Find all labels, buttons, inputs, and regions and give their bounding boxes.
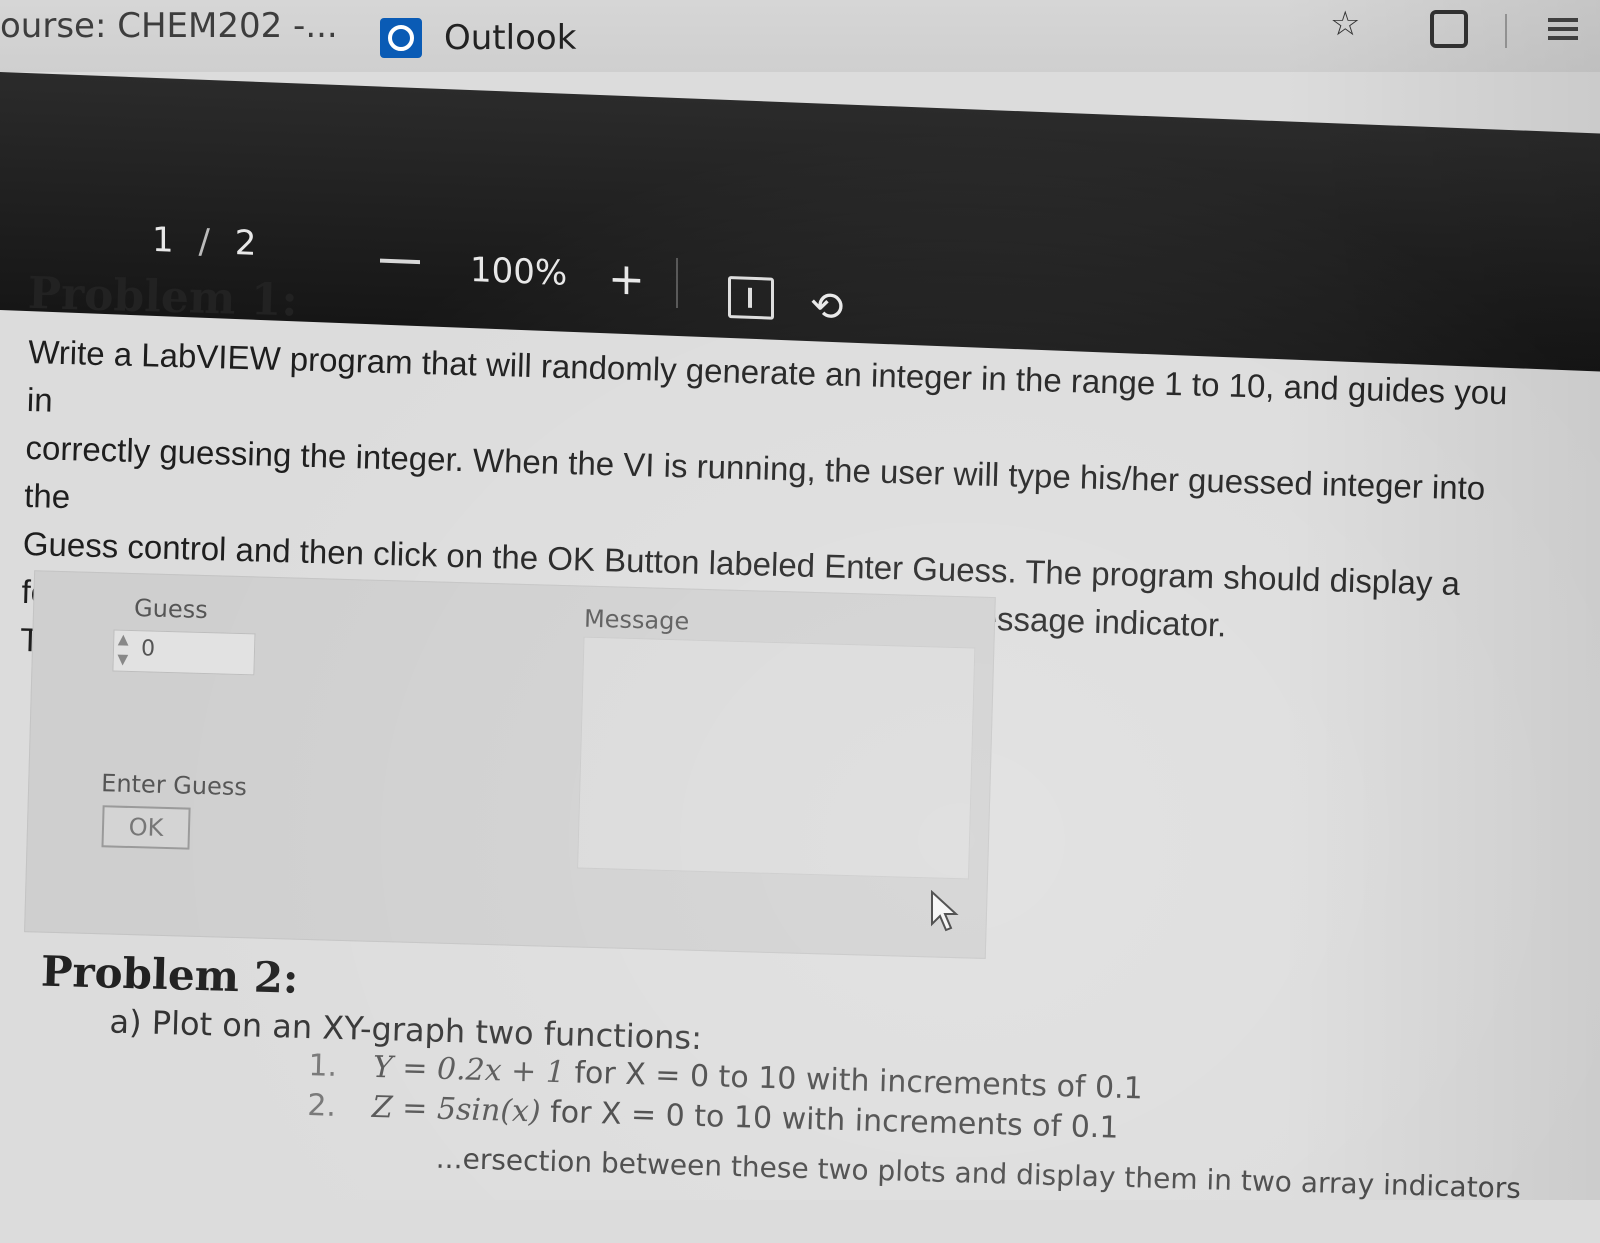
pdf-page: Problem 1: Write a LabVIEW program that …: [0, 0, 1600, 1243]
message-label: Message: [583, 604, 690, 636]
item-equation: Y = 0.2x + 1: [372, 1049, 566, 1091]
guess-value: 0: [140, 636, 156, 662]
reading-list-icon[interactable]: [1548, 18, 1578, 45]
labview-front-panel-image: Guess Message ▲ ▼ 0 Enter Guess OK: [24, 570, 996, 959]
problem2-title: Problem 2:: [40, 946, 300, 1003]
item-number: 2.: [306, 1088, 337, 1124]
ok-button-image: OK: [101, 805, 191, 850]
item-number: 1.: [307, 1048, 338, 1084]
problem2-continued-text: ...ersection between these two plots and…: [435, 1141, 1522, 1205]
mouse-cursor-icon: [931, 890, 959, 932]
enter-guess-label: Enter Guess: [100, 769, 248, 802]
guess-control: [112, 629, 256, 676]
item-equation: Z = 5sin(x): [371, 1089, 542, 1130]
problem1-title: Problem 1:: [27, 267, 299, 327]
guess-label: Guess: [133, 594, 209, 625]
spinner-arrows-icon: ▲ ▼: [117, 631, 129, 668]
problem2-part-a: a) Plot on an XY-graph two functions:: [109, 1002, 703, 1058]
message-indicator: [577, 636, 976, 880]
